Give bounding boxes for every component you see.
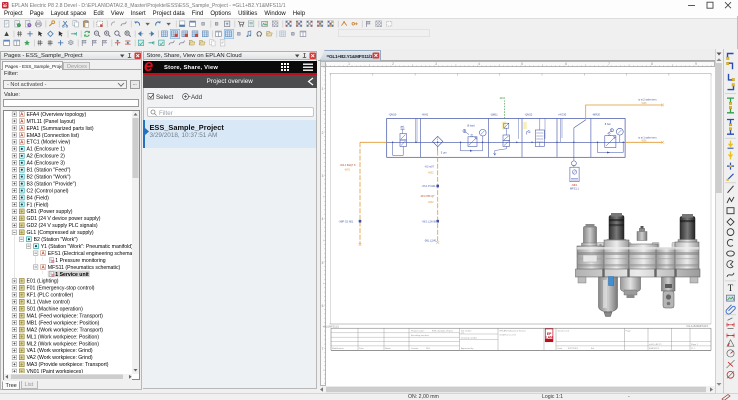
svg-text:T: T [728,283,734,293]
